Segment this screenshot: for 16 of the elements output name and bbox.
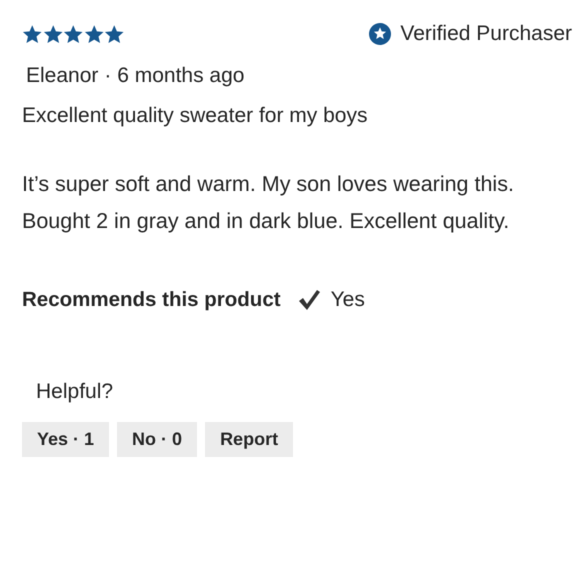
star-icon [22,24,42,44]
helpful-label: Helpful? [36,380,114,404]
author-name: Eleanor [26,64,98,88]
feedback-button[interactable]: Yes · 1 [22,422,110,457]
star-icon [104,24,124,44]
feedback-button[interactable]: Report [205,422,294,457]
review-text: It’s super soft and warm. My son loves wearing this. Bought 2 in gray and in dark blue. Excellent quality. [22,171,515,235]
verified-purchaser-label: Verified Purchaser [400,22,572,46]
recommends-label: Recommends this product [22,288,281,312]
star-icon [63,24,84,44]
star-icon [84,24,104,44]
feedback-button[interactable]: No · 0 [117,422,198,457]
star-icon [42,24,63,44]
review-title: Excellent quality sweater for my boys [22,104,368,128]
recommends-answer: Yes [330,288,365,312]
review-time: · 6 months ago [104,64,244,88]
